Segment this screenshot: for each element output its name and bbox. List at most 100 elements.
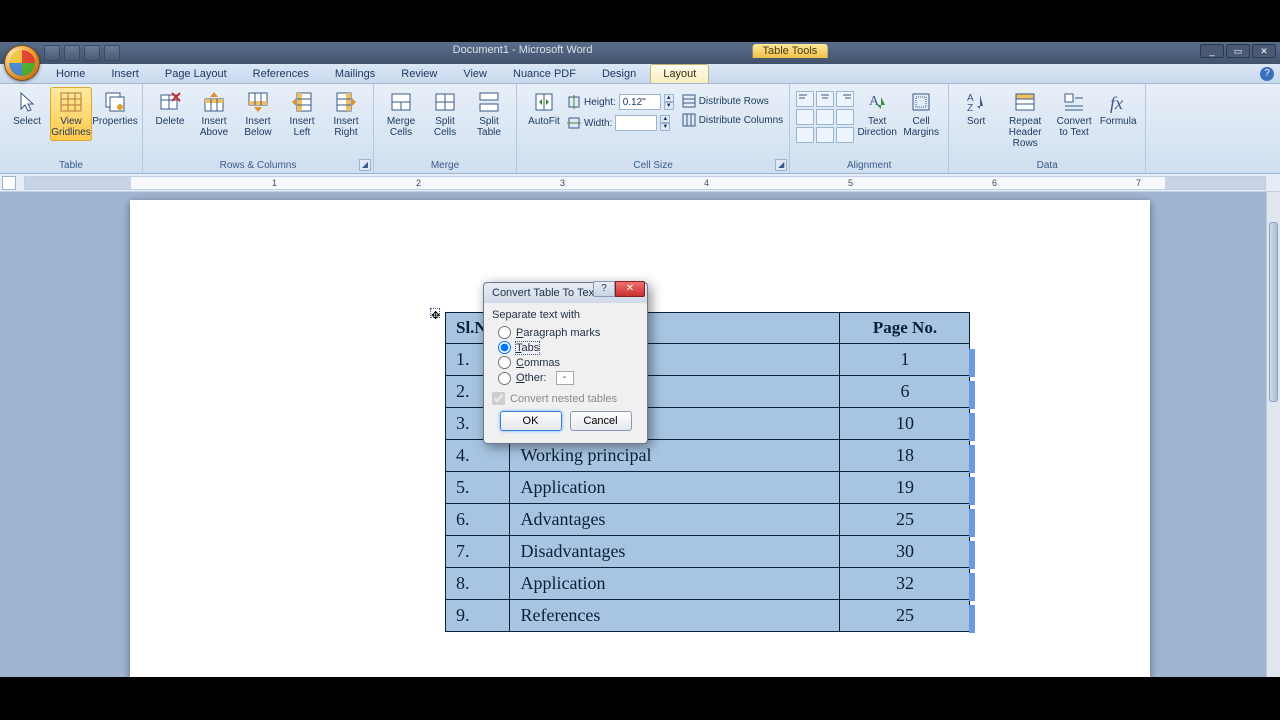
cell-page[interactable]: 25: [840, 600, 970, 632]
distribute-rows-button[interactable]: Distribute Rows: [682, 93, 783, 109]
other-separator-input[interactable]: -: [556, 371, 574, 385]
dialog-help-button[interactable]: ?: [593, 281, 615, 297]
cell-page[interactable]: 30: [840, 536, 970, 568]
cell-topic[interactable]: Application: [510, 472, 840, 504]
table-row[interactable]: 5.Application19: [446, 472, 970, 504]
insert-right-icon: [334, 90, 358, 114]
cell-topic[interactable]: Disadvantages: [510, 536, 840, 568]
split-cells-button[interactable]: SplitCells: [424, 87, 466, 141]
tab-design[interactable]: Design: [590, 65, 648, 83]
cell-page[interactable]: 1: [840, 344, 970, 376]
cell-page[interactable]: 19: [840, 472, 970, 504]
cell-margins-button[interactable]: CellMargins: [900, 87, 942, 141]
cell-page[interactable]: 18: [840, 440, 970, 472]
horizontal-ruler[interactable]: 1234567: [24, 176, 1266, 190]
tab-insert[interactable]: Insert: [99, 65, 151, 83]
align-tc[interactable]: [816, 91, 834, 107]
formula-button[interactable]: fx Formula: [1097, 87, 1139, 130]
repeat-header-rows-button[interactable]: RepeatHeader Rows: [999, 87, 1051, 152]
height-spinner[interactable]: ▲▼: [664, 94, 674, 110]
cell-slno[interactable]: 7.: [446, 536, 510, 568]
cell-page[interactable]: 10: [840, 408, 970, 440]
align-ml[interactable]: [796, 109, 814, 125]
cell-slno[interactable]: 9.: [446, 600, 510, 632]
table-row[interactable]: 4.Working principal18: [446, 440, 970, 472]
cell-page[interactable]: 6: [840, 376, 970, 408]
distribute-columns-button[interactable]: Distribute Columns: [682, 112, 783, 128]
align-mc[interactable]: [816, 109, 834, 125]
radio-tabs[interactable]: Tabs: [492, 340, 639, 355]
text-direction-button[interactable]: A TextDirection: [856, 87, 898, 141]
tab-selector[interactable]: [2, 176, 16, 190]
cell-topic[interactable]: Application: [510, 568, 840, 600]
close-button[interactable]: ✕: [1252, 44, 1276, 58]
cell-size-dialog-launcher[interactable]: ◢: [775, 159, 787, 171]
cell-slno[interactable]: 8.: [446, 568, 510, 600]
table-row[interactable]: 8.Application32: [446, 568, 970, 600]
radio-commas[interactable]: Commas: [492, 355, 639, 370]
radio-other[interactable]: Other:-: [492, 370, 639, 386]
table-move-handle[interactable]: ✥: [430, 308, 440, 318]
insert-left-button[interactable]: InsertLeft: [281, 87, 323, 141]
maximize-button[interactable]: ▭: [1226, 44, 1250, 58]
table-row[interactable]: 7.Disadvantages30: [446, 536, 970, 568]
ok-button[interactable]: OK: [500, 411, 562, 431]
delete-button[interactable]: Delete: [149, 87, 191, 130]
tab-references[interactable]: References: [241, 65, 321, 83]
minimize-button[interactable]: _: [1200, 44, 1224, 58]
tab-review[interactable]: Review: [389, 65, 449, 83]
insert-right-button[interactable]: InsertRight: [325, 87, 367, 141]
qat-customize[interactable]: [104, 45, 120, 61]
tab-mailings[interactable]: Mailings: [323, 65, 387, 83]
tab-layout[interactable]: Layout: [650, 64, 709, 83]
properties-button[interactable]: Properties: [94, 87, 136, 130]
dialog-titlebar[interactable]: Convert Table To Text ? ✕: [484, 283, 647, 303]
sort-button[interactable]: AZ Sort: [955, 87, 997, 130]
scrollbar-thumb[interactable]: [1269, 222, 1278, 402]
convert-to-text-button[interactable]: Convertto Text: [1053, 87, 1095, 141]
align-tl[interactable]: [796, 91, 814, 107]
qat-redo[interactable]: [84, 45, 100, 61]
insert-below-button[interactable]: InsertBelow: [237, 87, 279, 141]
group-data: AZ Sort RepeatHeader Rows Convertto Text…: [949, 84, 1146, 173]
align-bl[interactable]: [796, 127, 814, 143]
dialog-close-button[interactable]: ✕: [615, 281, 645, 297]
align-tr[interactable]: [836, 91, 854, 107]
rows-cols-dialog-launcher[interactable]: ◢: [359, 159, 371, 171]
qat-undo[interactable]: [64, 45, 80, 61]
width-spinner[interactable]: ▲▼: [660, 115, 670, 131]
cell-slno[interactable]: 4.: [446, 440, 510, 472]
width-input[interactable]: [615, 115, 657, 131]
cell-slno[interactable]: 6.: [446, 504, 510, 536]
tab-view[interactable]: View: [451, 65, 499, 83]
cell-page[interactable]: 25: [840, 504, 970, 536]
table-row[interactable]: 9.References25: [446, 600, 970, 632]
merge-cells-button[interactable]: MergeCells: [380, 87, 422, 141]
split-table-button[interactable]: SplitTable: [468, 87, 510, 141]
cell-slno[interactable]: 5.: [446, 472, 510, 504]
th-page[interactable]: Page No.: [840, 313, 970, 344]
select-button[interactable]: Select: [6, 87, 48, 130]
office-button[interactable]: [4, 45, 40, 81]
align-br[interactable]: [836, 127, 854, 143]
ruler-number: 2: [416, 178, 421, 188]
insert-above-button[interactable]: InsertAbove: [193, 87, 235, 141]
cell-page[interactable]: 32: [840, 568, 970, 600]
help-button[interactable]: ?: [1260, 67, 1274, 81]
tab-home[interactable]: Home: [44, 65, 97, 83]
autofit-button[interactable]: AutoFit: [523, 87, 565, 130]
cell-topic[interactable]: Advantages: [510, 504, 840, 536]
align-bc[interactable]: [816, 127, 834, 143]
align-mr[interactable]: [836, 109, 854, 125]
cell-topic[interactable]: Working principal: [510, 440, 840, 472]
view-gridlines-button[interactable]: ViewGridlines: [50, 87, 92, 141]
radio-paragraph-marks[interactable]: Paragraph marks: [492, 325, 639, 340]
cancel-button[interactable]: Cancel: [570, 411, 632, 431]
vertical-scrollbar[interactable]: [1266, 192, 1280, 677]
table-row[interactable]: 6.Advantages25: [446, 504, 970, 536]
cell-topic[interactable]: References: [510, 600, 840, 632]
tab-nuance-pdf[interactable]: Nuance PDF: [501, 65, 588, 83]
qat-save[interactable]: [44, 45, 60, 61]
tab-page-layout[interactable]: Page Layout: [153, 65, 239, 83]
height-input[interactable]: 0.12": [619, 94, 661, 110]
